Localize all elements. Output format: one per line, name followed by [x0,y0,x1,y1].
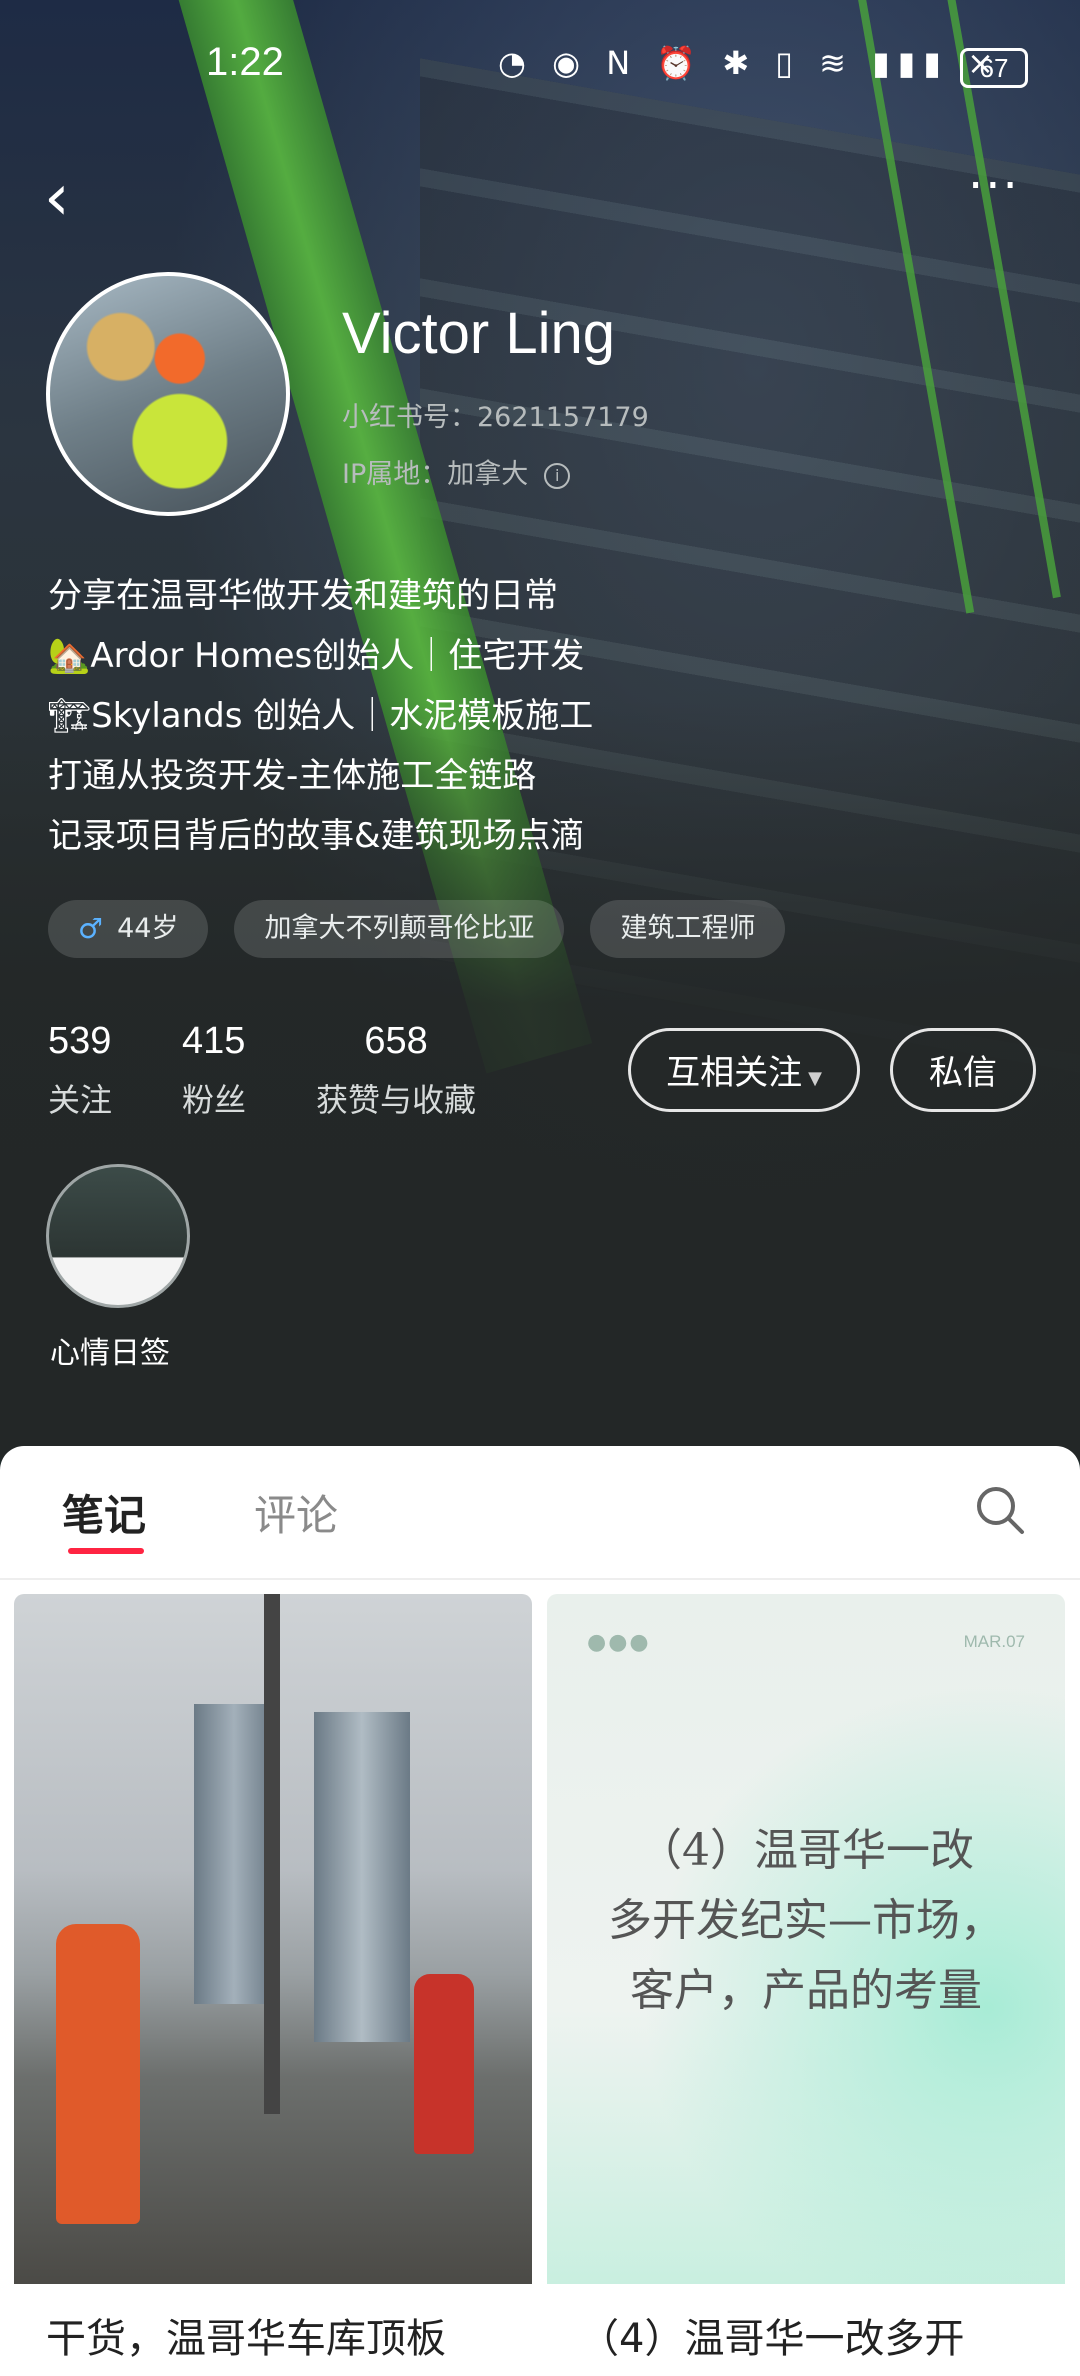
note-caption: 干货，温哥华车库顶板 [46,2316,446,2362]
stat-likes[interactable]: 658 获赞与收藏 [316,1020,476,1121]
cover-worker [414,1974,474,2154]
note-cover-image: ●●● MAR.07 （4）温哥华一改 多开发纪实—市场， 客户，产品的考量 [547,1594,1065,2284]
divider [0,1578,1080,1580]
stat-followers[interactable]: 415 粉丝 [182,1020,246,1121]
info-icon[interactable]: i [544,462,571,489]
tab-comments[interactable]: 评论 [254,1482,338,1543]
stat-followers-label: 粉丝 [182,1081,247,1119]
cover-title-line: 客户，产品的考量 [630,1965,982,2016]
tag-age: ♂ 44岁 [48,900,209,958]
message-button[interactable]: 私信 [890,1028,1036,1112]
bio-line: 🏡Ardor Homes创始人｜住宅开发 [48,636,585,676]
stat-likes-label: 获赞与收藏 [316,1081,477,1119]
status-bar: 1:22 ◔ ◉ N ⏰ ✱ ▯ ≋ ▮▮▮ × 67 [0,0,1080,140]
ip-location-text: IP属地：加拿大 [342,459,529,490]
note-cover-image [14,1594,532,2284]
cover-tower [314,1712,410,2042]
note-caption: （4）温哥华一改多开 [579,2316,965,2362]
bio-line: 记录项目背后的故事&建筑现场点滴 [48,816,585,856]
mutual-follow-button[interactable]: 互相关注 ▼ [628,1028,860,1112]
cover-date: MAR.07 [963,1632,1025,1651]
ip-location: IP属地：加拿大 i [342,452,571,491]
stat-following-label: 关注 [48,1081,113,1119]
bio-line: 🏗Skylands 创始人｜水泥模板施工 [48,696,594,736]
red-id[interactable]: 小红书号：2621157179 [342,395,649,434]
profile-tags: ♂ 44岁 加拿大不列颠哥伦比亚 建筑工程师 [48,900,786,958]
stat-followers-count: 415 [182,1020,246,1062]
stat-likes-count: 658 [364,1020,428,1062]
status-time: 1:22 [206,40,284,84]
cover-title-line: （4）温哥华一改 [638,1825,974,1876]
bio-line: 打通从投资开发-主体施工全链路 [48,756,537,796]
tag-location: 加拿大不列颠哥伦比亚 [234,900,565,958]
cover-title: （4）温哥华一改 多开发纪实—市场， 客户，产品的考量 [547,1816,1065,2026]
profile-bio: 分享在温哥华做开发和建筑的日常 🏡Ardor Homes创始人｜住宅开发 🏗Sk… [48,566,593,866]
status-icons: ◔ ◉ N ⏰ ✱ ▯ ≋ ▮▮▮ × [498,44,1002,82]
back-icon[interactable]: ‹ [44,158,104,238]
chevron-down-icon: ▼ [808,1068,822,1089]
content-panel: 笔记 评论 干货，温哥华车库顶板 ●●● MAR.07 （4）温哥华一改 多开发… [0,1446,1080,2376]
note-card[interactable]: 干货，温哥华车库顶板 [14,1594,532,2376]
cover-title-line: 多开发纪实—市场， [608,1895,1004,1946]
more-options-icon[interactable]: ··· [968,162,1038,216]
bio-line: 分享在温哥华做开发和建筑的日常 [48,576,558,616]
stat-following-count: 539 [48,1020,112,1062]
cover-concrete-pump [264,1594,280,2114]
mutual-follow-label: 互相关注 [666,1053,803,1093]
highlight-label: 心情日签 [50,1336,170,1371]
avatar[interactable] [46,272,290,516]
cover-tower [194,1704,274,2004]
tag-age-text: 44岁 [117,913,179,944]
cover-worker [56,1924,140,2224]
profile-stats: 539 关注 415 粉丝 658 获赞与收藏 [48,1020,476,1121]
profile-nickname: Victor Ling [342,301,615,366]
cover-dots: ●●● [587,1630,651,1655]
search-icon[interactable] [974,1484,1026,1536]
male-icon: ♂ [78,912,104,945]
battery-icon: 67 [960,48,1028,88]
stat-following[interactable]: 539 关注 [48,1020,112,1121]
tab-notes[interactable]: 笔记 [62,1482,146,1543]
tag-job: 建筑工程师 [590,900,786,958]
active-tab-indicator [68,1548,144,1554]
note-card[interactable]: ●●● MAR.07 （4）温哥华一改 多开发纪实—市场， 客户，产品的考量 （… [547,1594,1065,2376]
highlight-mood-card[interactable] [46,1164,190,1308]
